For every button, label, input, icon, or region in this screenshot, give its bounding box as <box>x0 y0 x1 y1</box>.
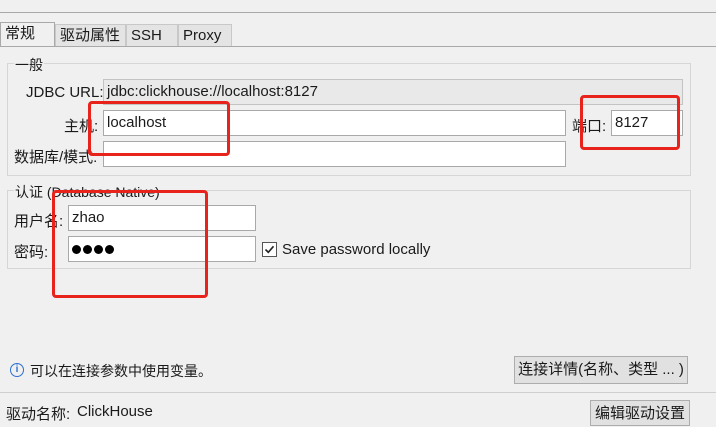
top-border <box>0 12 716 13</box>
jdbc-url-label: JDBC URL: <box>26 84 104 101</box>
auth-group-title: 认证 (Database Native) <box>14 182 161 202</box>
connection-details-button[interactable]: 连接详情(名称、类型 ... ) <box>514 356 688 384</box>
checkmark-icon <box>264 245 275 254</box>
driver-name-label: 驱动名称: <box>6 406 71 423</box>
tab-ssh[interactable]: SSH <box>126 24 178 46</box>
save-password-checkbox[interactable] <box>262 242 277 257</box>
password-dot <box>94 244 103 254</box>
password-input[interactable] <box>68 236 256 262</box>
tab-driver-properties[interactable]: 驱动属性 <box>55 24 126 46</box>
password-masked-value <box>72 240 116 257</box>
username-input[interactable]: zhao <box>68 205 256 231</box>
jdbc-url-field[interactable]: jdbc:clickhouse://localhost:8127 <box>103 79 683 105</box>
password-label: 密码: <box>14 244 49 261</box>
info-icon: i <box>10 363 24 377</box>
password-dot <box>105 244 114 254</box>
port-input[interactable]: 8127 <box>611 110 683 136</box>
general-group-title: 一般 <box>14 55 44 75</box>
database-label: 数据库/模式: <box>14 149 98 166</box>
tab-proxy[interactable]: Proxy <box>178 24 232 46</box>
password-dot <box>72 244 81 254</box>
password-dot <box>83 244 92 254</box>
database-input[interactable] <box>103 141 566 167</box>
tab-body-border <box>0 46 716 47</box>
save-password-label[interactable]: Save password locally <box>282 241 430 258</box>
host-input[interactable]: localhost <box>103 110 566 136</box>
host-label: 主机: <box>64 118 99 135</box>
tab-general[interactable]: 常规 <box>0 22 55 47</box>
username-label: 用户名: <box>14 213 64 230</box>
info-text: 可以在连接参数中使用变量。 <box>30 363 212 379</box>
edit-driver-button[interactable]: 编辑驱动设置 <box>590 400 690 426</box>
port-label: 端口: <box>572 118 607 135</box>
footer-separator <box>0 392 716 393</box>
driver-name-value: ClickHouse <box>77 403 153 420</box>
